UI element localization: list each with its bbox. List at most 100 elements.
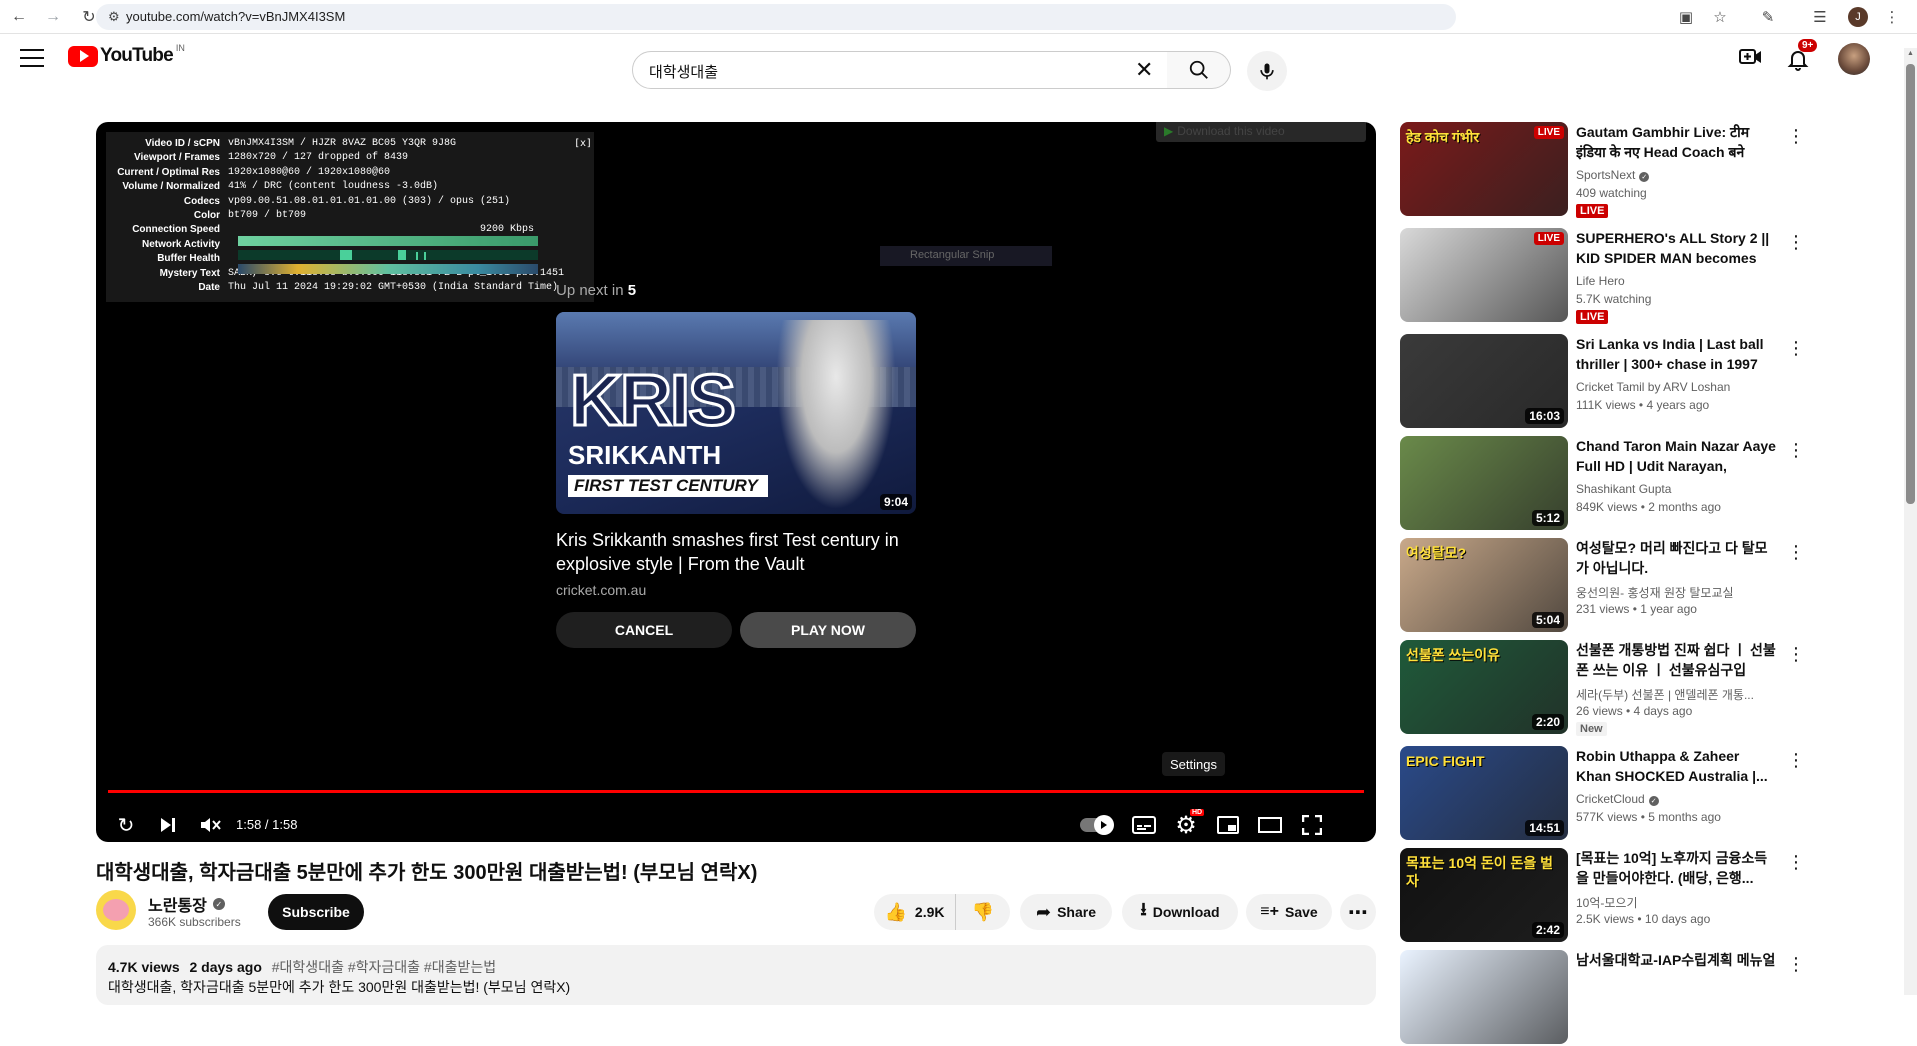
channel-name[interactable]: 노란통장 ✓ (148, 892, 225, 916)
recommendation-thumbnail[interactable] (1400, 950, 1568, 1044)
recommendation-channel[interactable]: 웅선의원- 홍성재 원장 탈모교실 (1576, 584, 1734, 601)
recommendation-channel[interactable]: CricketCloud ✓ (1576, 792, 1659, 806)
recommendation-thumbnail[interactable]: EPIC FIGHT 14:51 (1400, 746, 1568, 840)
recommendation-title[interactable]: 선불폰 개통방법 진짜 쉽다 ㅣ 선불폰 쓰는 이유 ㅣ 선불유심구입 (1576, 640, 1776, 680)
replay-icon[interactable]: ↻ (108, 807, 144, 842)
recommendation-title[interactable]: Chand Taron Main Nazar Aaye Full HD | Ud… (1576, 436, 1776, 476)
recommendation-item[interactable]: 16:03 Sri Lanka vs India | Last ball thri… (1400, 334, 1805, 430)
recommendation-thumbnail[interactable]: 선불폰 쓰는이유 2:20 (1400, 640, 1568, 734)
recommendation-thumbnail[interactable]: 5:12 (1400, 436, 1568, 530)
notifications-button[interactable]: 9+ (1784, 39, 1818, 71)
recommendation-title[interactable]: Robin Uthappa & Zaheer Khan SHOCKED Aust… (1576, 746, 1776, 786)
more-actions-button[interactable]: ⋯ (1340, 894, 1376, 930)
create-video-icon[interactable] (1737, 45, 1765, 69)
recommendation-meta: 26 views • 4 days ago (1576, 704, 1693, 718)
more-options-icon[interactable]: ⋮ (1787, 438, 1805, 462)
upnext-title[interactable]: Kris Srikkanth smashes first Test centur… (556, 528, 916, 576)
stats-close-button[interactable]: [x] (574, 138, 592, 149)
more-options-icon[interactable]: ⋮ (1787, 540, 1805, 564)
recommendation-title[interactable]: 남서울대학교-IAP수립계획 메뉴얼 (1576, 950, 1776, 970)
recommendation-item[interactable]: EPIC FIGHT 14:51 Robin Uthappa & Zaheer Kh… (1400, 746, 1805, 842)
search-button[interactable] (1167, 51, 1231, 89)
recommendation-title[interactable]: Gautam Gambhir Live: टीम इंडिया के नए He… (1576, 122, 1776, 162)
hashtags[interactable]: #대학생대출 #학자금대출 #대출받는법 (272, 959, 496, 975)
youtube-logo[interactable]: YouTube IN (68, 43, 185, 67)
recommendation-item[interactable]: 여성탈모? 5:04 여성탈모? 머리 빠진다고 다 탈모가 아닙니다. 웅선의원- … (1400, 538, 1805, 634)
more-options-icon[interactable]: ⋮ (1787, 124, 1805, 148)
recommendation-title[interactable]: SUPERHERO's ALL Story 2 || KID SPIDER MA… (1576, 228, 1776, 268)
next-video-icon[interactable] (150, 807, 186, 842)
search-input[interactable]: 대학생대출 ✕ (632, 51, 1168, 89)
save-button[interactable]: ≡+ Save (1246, 894, 1332, 930)
subscribe-button[interactable]: Subscribe (268, 894, 364, 930)
recommendation-thumbnail[interactable]: LIVE (1400, 228, 1568, 322)
recommendation-thumbnail[interactable]: 16:03 (1400, 334, 1568, 428)
recommendation-title[interactable]: [목표는 10억] 노후까지 금융소득을 만들어야한다. (배당, 은행... (1576, 848, 1776, 888)
autoplay-toggle[interactable] (1078, 807, 1114, 842)
forward-icon[interactable]: → (42, 6, 64, 28)
thumbnail-caption: 여성탈모? (1406, 545, 1467, 561)
hamburger-menu-icon[interactable] (20, 49, 44, 67)
settings-gear-icon[interactable]: ⚙ HD (1168, 807, 1205, 842)
back-icon[interactable]: ← (8, 6, 30, 28)
recommendation-meta: 5.7K watching (1576, 292, 1652, 306)
recommendation-thumbnail[interactable]: हेड कोच गंभीर LIVE (1400, 122, 1568, 216)
download-extension-overlay[interactable]: ▶ Download this video (1156, 122, 1366, 142)
recommendation-item[interactable]: हेड कोच गंभीर LIVE Gautam Gambhir Live: टी… (1400, 122, 1805, 218)
install-app-icon[interactable]: ▣ (1676, 7, 1696, 27)
extensions-icon[interactable]: ✎ (1758, 7, 1778, 27)
bookmark-star-icon[interactable]: ☆ (1710, 7, 1730, 27)
cancel-autoplay-button[interactable]: CANCEL (556, 612, 732, 648)
play-now-button[interactable]: PLAY NOW (740, 612, 916, 648)
recommendation-title[interactable]: 여성탈모? 머리 빠진다고 다 탈모가 아닙니다. (1576, 538, 1776, 578)
upnext-thumbnail[interactable]: KRIS SRIKKANTH FIRST TEST CENTURY 9:04 (556, 312, 916, 514)
recommendation-item[interactable]: 남서울대학교-IAP수립계획 메뉴얼 ⋮ (1400, 950, 1805, 1046)
recommendation-channel[interactable]: 10억-모으기 (1576, 894, 1638, 911)
clear-search-icon[interactable]: ✕ (1135, 57, 1153, 83)
thumbnail-caption: 목표는 10억 돈이 돈을 벌자 (1406, 855, 1554, 889)
mute-icon[interactable] (192, 807, 228, 842)
recommendation-item[interactable]: LIVE SUPERHERO's ALL Story 2 || KID SPIDE… (1400, 228, 1805, 324)
media-controls-icon[interactable]: ☰ (1810, 7, 1830, 27)
scrollbar-thumb[interactable] (1906, 64, 1915, 504)
account-avatar[interactable] (1838, 43, 1870, 75)
share-button[interactable]: ➦ Share (1020, 894, 1112, 930)
recommendation-channel[interactable]: 세라(두부) 선불폰 | 앤델레폰 개통... (1576, 686, 1754, 703)
more-options-icon[interactable]: ⋮ (1787, 230, 1805, 254)
channel-avatar[interactable] (96, 890, 136, 930)
recommendation-channel[interactable]: Life Hero (1576, 274, 1625, 288)
like-button[interactable]: 👍 2.9K (874, 894, 956, 930)
recommendation-item[interactable]: 5:12 Chand Taron Main Nazar Aaye Full HD … (1400, 436, 1805, 532)
site-settings-icon[interactable]: ⚙ (108, 9, 120, 25)
recommendation-channel[interactable]: Shashikant Gupta (1576, 482, 1671, 496)
address-bar[interactable]: ⚙ youtube.com/watch?v=vBnJMX4I3SM (96, 4, 1456, 30)
recommendation-channel[interactable]: Cricket Tamil by ARV Loshan (1576, 380, 1730, 394)
recommendation-thumbnail[interactable]: 목표는 10억 돈이 돈을 벌자 2:42 (1400, 848, 1568, 942)
description-box[interactable]: 4.7K views 2 days ago #대학생대출 #학자금대출 #대출받… (96, 945, 1376, 1005)
more-options-icon[interactable]: ⋮ (1787, 642, 1805, 666)
thumb-title-line2: SRIKKANTH (568, 440, 722, 470)
voice-search-button[interactable] (1247, 51, 1287, 91)
more-options-icon[interactable]: ⋮ (1787, 336, 1805, 360)
dislike-button[interactable]: 👎 (956, 894, 1010, 930)
stats-row: Viewport / Frames 1280x720 / 127 dropped … (106, 152, 594, 166)
more-options-icon[interactable]: ⋮ (1787, 850, 1805, 874)
recommendation-title[interactable]: Sri Lanka vs India | Last ball thriller … (1576, 334, 1776, 374)
recommendation-item[interactable]: 목표는 10억 돈이 돈을 벌자 2:42 [목표는 10억] 노후까지 금융소득을… (1400, 848, 1805, 944)
miniplayer-icon[interactable] (1210, 807, 1246, 842)
more-options-icon[interactable]: ⋮ (1787, 748, 1805, 772)
download-button[interactable]: ⭳ Download (1122, 894, 1238, 930)
theater-mode-icon[interactable] (1252, 807, 1288, 842)
fullscreen-icon[interactable] (1294, 807, 1330, 842)
page-scrollbar[interactable]: ▲ (1904, 48, 1917, 995)
video-player[interactable]: Video ID / sCPN vBnJMX4I3SM / HJZR 8VAZ B… (96, 122, 1376, 842)
more-options-icon[interactable]: ⋮ (1787, 952, 1805, 976)
progress-bar[interactable] (108, 790, 1364, 793)
subtitles-icon[interactable] (1126, 807, 1162, 842)
recommendation-item[interactable]: 선불폰 쓰는이유 2:20 선불폰 개통방법 진짜 쉽다 ㅣ 선불폰 쓰는 이유 ㅣ… (1400, 640, 1805, 736)
recommendation-channel[interactable]: SportsNext ✓ (1576, 168, 1650, 182)
browser-menu-icon[interactable]: ⋮ (1882, 7, 1902, 27)
profile-avatar[interactable]: J (1848, 7, 1868, 27)
scroll-up-arrow-icon[interactable]: ▲ (1907, 50, 1914, 57)
recommendation-thumbnail[interactable]: 여성탈모? 5:04 (1400, 538, 1568, 632)
